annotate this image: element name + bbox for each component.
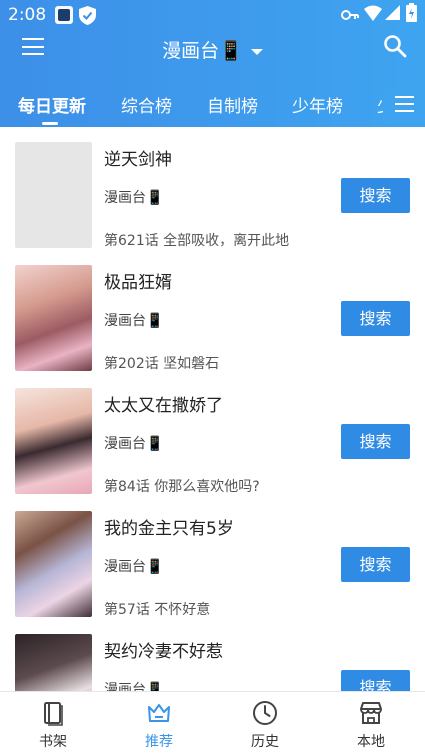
search-button[interactable]: 搜索 — [341, 547, 410, 582]
comic-cover[interactable] — [15, 265, 92, 371]
list-item[interactable]: 太太又在撒娇了 漫画台📱 第84话 你那么喜欢他吗? 搜索 — [0, 373, 425, 496]
tab-overall-rank[interactable]: 综合榜 — [121, 92, 172, 117]
comic-source: 漫画台📱 — [104, 682, 164, 691]
search-button[interactable]: 搜索 — [341, 424, 410, 459]
comic-latest-chapter: 第84话 你那么喜欢他吗? — [104, 479, 260, 495]
comic-title: 极品狂婿 — [104, 273, 172, 293]
search-button[interactable]: 搜索 — [341, 670, 410, 691]
comic-source: 漫画台📱 — [104, 559, 164, 575]
nav-label: 历史 — [251, 734, 279, 750]
cell-signal-icon — [385, 5, 400, 20]
category-tabs: 每日更新 综合榜 自制榜 少年榜 少 — [0, 88, 425, 127]
search-button[interactable]: 搜索 — [341, 178, 410, 213]
store-icon — [360, 702, 382, 724]
comic-title: 我的金主只有5岁 — [104, 519, 234, 539]
comic-source: 漫画台📱 — [104, 190, 164, 206]
app-header: 2:08 漫画台📱 每日更新 综合榜 自制榜 少年榜 少 — [0, 0, 425, 127]
comic-source: 漫画台📱 — [104, 313, 164, 329]
tabs-menu-icon[interactable] — [383, 88, 425, 124]
nav-recommend[interactable]: 推荐 — [106, 692, 212, 756]
tab-original-rank[interactable]: 自制榜 — [207, 92, 258, 117]
wifi-icon — [364, 5, 382, 21]
shield-icon — [79, 6, 96, 25]
tab-indicator — [42, 122, 58, 125]
tab-daily-update[interactable]: 每日更新 — [18, 92, 86, 117]
list-item[interactable]: 极品狂婿 漫画台📱 第202话 坚如磐石 搜索 — [0, 250, 425, 373]
comic-cover[interactable] — [15, 511, 92, 617]
clock-icon — [253, 701, 277, 725]
comic-title: 逆天剑神 — [104, 150, 172, 170]
source-selector[interactable]: 漫画台📱 — [0, 36, 425, 63]
comic-title: 太太又在撒娇了 — [104, 396, 223, 416]
comic-title: 契约冷妻不好惹 — [104, 642, 223, 662]
comic-cover[interactable] — [15, 142, 92, 248]
page-title: 漫画台📱 — [162, 40, 243, 62]
app-notification-icon — [55, 6, 73, 24]
status-time: 2:08 — [8, 5, 47, 25]
comic-cover[interactable] — [15, 388, 92, 494]
list-item[interactable]: 逆天剑神 漫画台📱 第621话 全部吸收，离开此地 搜索 — [0, 127, 425, 250]
comic-latest-chapter: 第202话 坚如磐石 — [104, 356, 220, 372]
nav-local[interactable]: 本地 — [318, 692, 424, 756]
tab-shonen-rank[interactable]: 少年榜 — [292, 92, 343, 117]
nav-label: 推荐 — [145, 734, 173, 750]
crown-icon — [148, 704, 170, 722]
search-icon[interactable] — [383, 34, 407, 58]
comic-source: 漫画台📱 — [104, 436, 164, 452]
comic-cover[interactable] — [15, 634, 92, 691]
book-icon — [44, 702, 63, 726]
toolbar: 漫画台📱 — [0, 30, 425, 66]
search-button[interactable]: 搜索 — [341, 301, 410, 336]
vpn-key-icon — [341, 10, 359, 20]
chevron-down-icon — [250, 48, 263, 55]
battery-icon — [406, 3, 417, 22]
comic-list: 逆天剑神 漫画台📱 第621话 全部吸收，离开此地 搜索 极品狂婿 漫画台📱 第… — [0, 127, 425, 691]
comic-latest-chapter: 第621话 全部吸收，离开此地 — [104, 233, 290, 249]
nav-bookshelf[interactable]: 书架 — [0, 692, 106, 756]
comic-latest-chapter: 第57话 不怀好意 — [104, 602, 211, 618]
bottom-nav: 书架 推荐 历史 本地 — [0, 691, 425, 755]
nav-label: 书架 — [39, 734, 67, 750]
nav-history[interactable]: 历史 — [212, 692, 318, 756]
status-bar: 2:08 — [0, 0, 425, 30]
list-item[interactable]: 契约冷妻不好惹 漫画台📱 搜索 — [0, 619, 425, 691]
list-item[interactable]: 我的金主只有5岁 漫画台📱 第57话 不怀好意 搜索 — [0, 496, 425, 619]
nav-label: 本地 — [357, 734, 385, 750]
